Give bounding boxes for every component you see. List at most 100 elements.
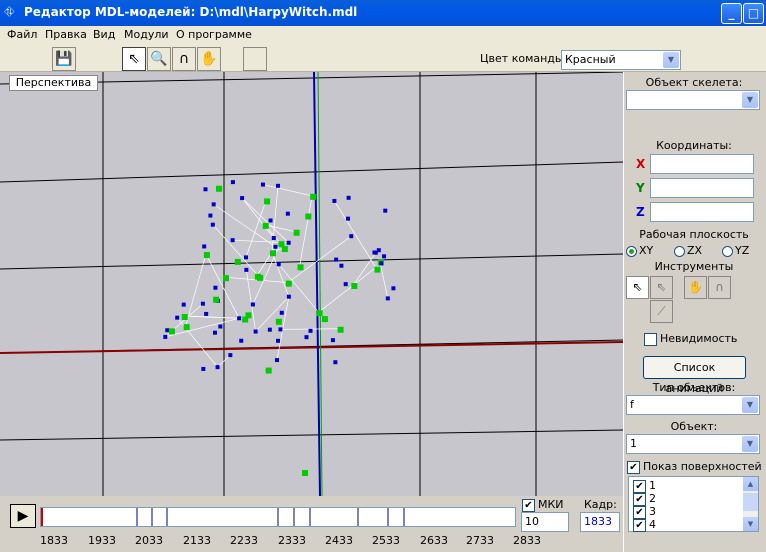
frame-input[interactable]: 1833 bbox=[580, 512, 620, 532]
properties-panel: Объект скелета: ▼ Координаты: X Y Z Рабо… bbox=[623, 72, 766, 552]
pointer-tool-icon[interactable]: ⇖ bbox=[650, 276, 673, 299]
list-item[interactable]: ✔ 3 bbox=[633, 505, 656, 519]
select-tool-icon[interactable]: ⇖ bbox=[626, 276, 649, 299]
tick-label: 2233 bbox=[230, 534, 258, 547]
grid-line bbox=[0, 429, 623, 441]
mesh-edge bbox=[271, 252, 290, 297]
timeline: ▶ 1833 1933 2033 2133 2233 2333 2433 253… bbox=[0, 496, 623, 552]
plane-zx-radio[interactable]: ZX bbox=[674, 244, 702, 257]
blank-tool-button[interactable] bbox=[243, 47, 267, 71]
app-icon: ⛗ bbox=[4, 5, 15, 20]
vertex-point bbox=[297, 264, 304, 271]
chevron-down-icon[interactable]: ▼ bbox=[663, 52, 679, 68]
surfaces-list[interactable]: ✔ 1 ✔ 2 ✔ 3 ✔ 4 ▲ ▼ bbox=[628, 476, 759, 532]
scroll-down-icon[interactable]: ▼ bbox=[743, 517, 758, 531]
vertex-point bbox=[346, 195, 351, 200]
x-coord-input[interactable] bbox=[650, 154, 754, 174]
model-view[interactable] bbox=[0, 72, 623, 496]
tick-label: 2733 bbox=[466, 534, 494, 547]
menu-view[interactable]: Вид bbox=[93, 28, 115, 41]
zoom-icon[interactable]: 🔍 bbox=[147, 47, 171, 71]
vertex-point bbox=[343, 282, 348, 287]
mesh-edge bbox=[262, 184, 313, 197]
scroll-up-icon[interactable]: ▲ bbox=[743, 477, 758, 491]
vertex-point bbox=[216, 185, 223, 192]
plane-yz-radio[interactable]: YZ bbox=[722, 244, 749, 257]
pointer-icon[interactable]: ⇖ bbox=[122, 47, 146, 71]
mesh-edge bbox=[212, 224, 260, 278]
plane-xy-radio[interactable]: XY bbox=[626, 244, 653, 257]
mki-checkbox[interactable]: ✔ МКИ bbox=[522, 498, 564, 512]
vertex-point bbox=[230, 180, 235, 185]
z-coord-input[interactable] bbox=[650, 202, 754, 222]
rotate-icon[interactable]: ∩ bbox=[172, 47, 196, 71]
team-color-select[interactable]: Красный ▼ bbox=[561, 50, 681, 70]
vertex-point bbox=[213, 285, 218, 290]
vertex-point bbox=[212, 330, 217, 335]
object-type-select[interactable]: f ▼ bbox=[626, 395, 760, 415]
menu-modules[interactable]: Модули bbox=[124, 28, 169, 41]
scroll-thumb[interactable] bbox=[743, 493, 758, 511]
mki-input[interactable]: 10 bbox=[521, 512, 569, 532]
vertex-point bbox=[181, 302, 186, 307]
vertex-point bbox=[308, 328, 313, 333]
checkmark-icon: ✔ bbox=[627, 460, 640, 474]
object-label: Объект: bbox=[670, 420, 718, 433]
timeline-track[interactable] bbox=[40, 507, 516, 527]
vertex-point bbox=[275, 318, 282, 325]
invisibility-checkbox[interactable]: Невидимость bbox=[644, 332, 737, 346]
show-surfaces-checkbox[interactable]: ✔ Показ поверхностей bbox=[627, 460, 762, 474]
team-color-label: Цвет команды: bbox=[480, 52, 568, 65]
play-button[interactable]: ▶ bbox=[10, 504, 36, 528]
viewport-3d[interactable]: Перспектива bbox=[0, 72, 623, 496]
vertex-point bbox=[293, 229, 300, 236]
surface-label: 1 bbox=[649, 479, 656, 492]
mesh-edge bbox=[278, 264, 319, 313]
vertex-point bbox=[257, 274, 264, 281]
maximize-button[interactable]: □ bbox=[743, 3, 764, 24]
list-item[interactable]: ✔ 2 bbox=[633, 492, 656, 506]
pan-tool-icon[interactable]: ✋ bbox=[684, 276, 707, 299]
rotate-tool-icon[interactable]: ∩ bbox=[708, 276, 731, 299]
vertex-point bbox=[302, 470, 308, 476]
vertex-point bbox=[202, 244, 207, 249]
list-item[interactable]: ✔ 1 bbox=[633, 479, 656, 493]
chevron-down-icon[interactable]: ▼ bbox=[742, 436, 758, 452]
vertex-point bbox=[228, 353, 233, 358]
chevron-down-icon[interactable]: ▼ bbox=[742, 397, 758, 413]
perspective-tab[interactable]: Перспектива bbox=[9, 75, 98, 91]
vertex-point bbox=[215, 365, 220, 370]
vertex-point bbox=[376, 248, 381, 253]
vertex-point bbox=[163, 334, 168, 339]
menu-about[interactable]: О программе bbox=[176, 28, 252, 41]
menu-file[interactable]: Файл bbox=[7, 28, 37, 41]
vertex-point bbox=[269, 250, 276, 257]
object-select[interactable]: 1 ▼ bbox=[626, 434, 760, 454]
y-coord-input[interactable] bbox=[650, 178, 754, 198]
chevron-down-icon[interactable]: ▼ bbox=[742, 92, 758, 108]
vertex-point bbox=[385, 296, 390, 301]
list-item[interactable]: ✔ 4 bbox=[633, 518, 656, 532]
vertex-point bbox=[374, 266, 381, 273]
save-icon[interactable]: 💾 bbox=[52, 47, 76, 71]
animation-list-button[interactable]: Список анимаций bbox=[643, 356, 746, 395]
minimize-button[interactable]: _ bbox=[721, 3, 742, 24]
object-type-label: Тип объектов: bbox=[652, 381, 736, 394]
vertex-point bbox=[253, 329, 258, 334]
checkbox-icon bbox=[644, 332, 657, 346]
vertex-point bbox=[278, 241, 285, 248]
skeleton-select[interactable]: ▼ bbox=[626, 90, 760, 110]
menu-edit[interactable]: Правка bbox=[45, 28, 87, 41]
vertex-point bbox=[250, 302, 255, 307]
menu-bar: Файл Правка Вид Модули О программе bbox=[0, 26, 766, 44]
tick-label: 2333 bbox=[278, 534, 306, 547]
vertex-point bbox=[276, 338, 281, 343]
vertex-point bbox=[234, 258, 241, 265]
tick-label: 2533 bbox=[372, 534, 400, 547]
line-tool-icon[interactable]: ⟋ bbox=[650, 300, 673, 323]
mesh-edge bbox=[353, 252, 377, 286]
vertex-point bbox=[339, 263, 344, 268]
list-scrollbar[interactable]: ▲ ▼ bbox=[743, 477, 758, 531]
pan-hand-icon[interactable]: ✋ bbox=[197, 47, 221, 71]
vertex-point bbox=[223, 275, 230, 282]
